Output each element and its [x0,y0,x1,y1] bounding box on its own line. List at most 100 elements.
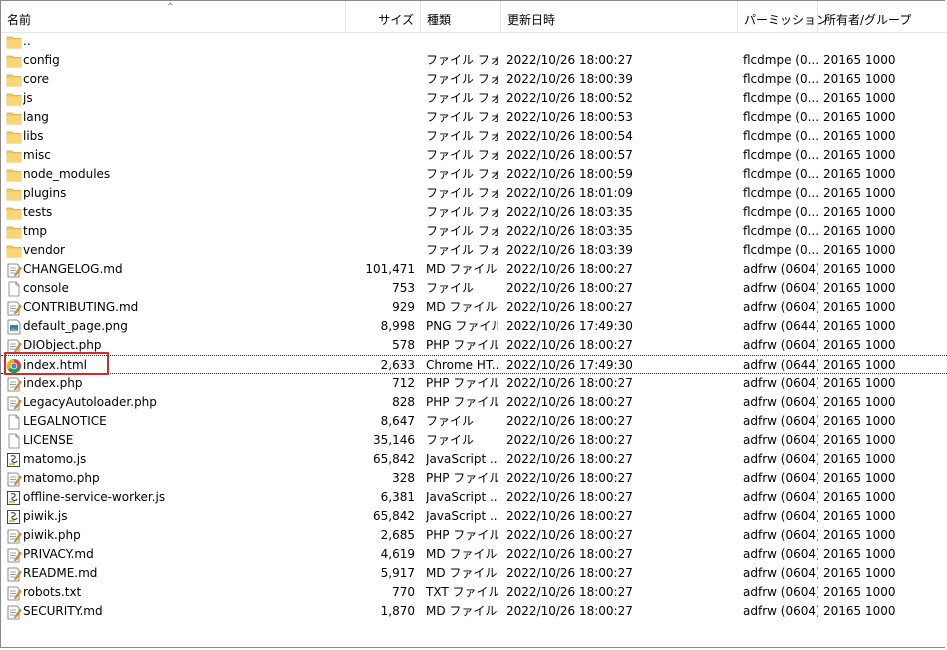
folder-icon [6,167,22,183]
file-owner: 20165 1000 [823,433,896,447]
file-row[interactable]: matomo.php 328 PHP ファイル 2022/10/26 18:00:27… [1,469,947,488]
file-row[interactable]: piwik.php 2,685 PHP ファイル 2022/10/26 18:00:2… [1,526,947,545]
file-owner: 20165 1000 [823,129,896,143]
markdown-file-icon [6,547,22,563]
folder-row[interactable]: tmp ファイル フォ... 2022/10/26 18:03:35 flcdmpe … [1,222,947,241]
column-permission[interactable]: パーミッション [738,1,828,32]
folder-row[interactable]: tests ファイル フォ... 2022/10/26 18:03:35 flcdmp… [1,203,947,222]
file-owner: 20165 1000 [823,53,896,67]
file-permission: adfrw (0604) [743,490,818,504]
file-owner: 20165 1000 [823,604,896,618]
file-owner: 20165 1000 [823,528,896,542]
file-row[interactable]: PRIVACY.md 4,619 MD ファイル 2022/10/26 18:00:2… [1,545,947,564]
file-type: ファイル フォ... [426,72,498,86]
file-modified: 2022/10/26 18:00:27 [506,471,633,485]
file-permission: flcdmpe (0... [743,148,818,162]
file-row[interactable]: DIObject.php 578 PHP ファイル 2022/10/26 18:00:… [1,336,947,355]
folder-row[interactable]: config ファイル フォ... 2022/10/26 18:00:27 flcdm… [1,51,947,70]
file-name: piwik.js [23,509,68,523]
file-name: LEGALNOTICE [23,414,107,428]
file-size: 929 [392,300,415,314]
markdown-file-icon [6,604,22,620]
file-permission: adfrw (0604) [743,414,818,428]
file-row[interactable]: CONTRIBUTING.md 929 MD ファイル 2022/10/26 18:0… [1,298,947,317]
file-name: CHANGELOG.md [23,262,123,276]
file-size: 828 [392,395,415,409]
file-name: README.md [23,566,98,580]
file-permission: adfrw (0644) [743,358,818,372]
file-row[interactable]: LICENSE 35,146 ファイル 2022/10/26 18:00:27 adfr… [1,431,947,450]
file-row[interactable]: SECURITY.md 1,870 MD ファイル 2022/10/26 18:00:… [1,602,947,621]
file-modified: 2022/10/26 18:00:27 [506,376,633,390]
folder-row[interactable]: .. [1,32,947,51]
php-file-icon [6,376,22,392]
file-row[interactable]: offline-service-worker.js 6,381 JavaScript… [1,488,947,507]
file-row[interactable]: LegacyAutoloader.php 828 PHP ファイル 2022/10/2… [1,393,947,412]
folder-row[interactable]: vendor ファイル フォ... 2022/10/26 18:03:39 flcdm… [1,241,947,260]
column-name[interactable]: 名前 [1,1,346,32]
file-row[interactable]: console 753 ファイル 2022/10/26 18:00:27 adfrw (… [1,279,947,298]
file-permission: adfrw (0604) [743,452,818,466]
file-name: robots.txt [23,585,82,599]
column-size[interactable]: サイズ [346,1,421,32]
file-type: ファイル フォ... [426,129,498,143]
file-permission: flcdmpe (0... [743,243,818,257]
file-type: JavaScript ... [426,509,498,523]
folder-row[interactable]: node_modules ファイル フォ... 2022/10/26 18:00:5… [1,165,947,184]
file-name: console [23,281,69,295]
file-name: CONTRIBUTING.md [23,300,139,314]
file-name: tmp [23,224,48,238]
file-modified: 2022/10/26 18:00:27 [506,547,633,561]
file-owner: 20165 1000 [823,281,896,295]
file-type: ファイル フォ... [426,53,498,67]
file-modified: 2022/10/26 18:03:35 [506,224,633,238]
file-row[interactable]: LEGALNOTICE 8,647 ファイル 2022/10/26 18:00:27 a… [1,412,947,431]
folder-icon [6,110,22,126]
file-row[interactable]: CHANGELOG.md 101,471 MD ファイル 2022/10/26 18:… [1,260,947,279]
file-row[interactable]: matomo.js 65,842 JavaScript ... 2022/10/26 … [1,450,947,469]
file-row[interactable]: README.md 5,917 MD ファイル 2022/10/26 18:00:27… [1,564,947,583]
file-row[interactable]: index.html 2,633 Chrome HT... 2022/10/26 17… [1,355,947,374]
folder-row[interactable]: core ファイル フォ... 2022/10/26 18:00:39 flcdmpe… [1,70,947,89]
folder-icon [6,34,22,50]
file-permission: adfrw (0604) [743,338,818,352]
folder-row[interactable]: misc ファイル フォ... 2022/10/26 18:00:57 flcdmpe… [1,146,947,165]
folder-icon [6,186,22,202]
column-type[interactable]: 種類 [421,1,501,32]
file-owner: 20165 1000 [823,395,896,409]
file-row[interactable]: index.php 712 PHP ファイル 2022/10/26 18:00:27 a… [1,374,947,393]
file-row[interactable]: robots.txt 770 TXT ファイル 2022/10/26 18:00:27… [1,583,947,602]
file-owner: 20165 1000 [823,91,896,105]
file-permission: flcdmpe (0... [743,186,818,200]
column-owner[interactable]: 所有者/グループ [818,1,947,32]
folder-row[interactable]: js ファイル フォ... 2022/10/26 18:00:52 flcdmpe (… [1,89,947,108]
folder-row[interactable]: libs ファイル フォ... 2022/10/26 18:00:54 flcdmpe… [1,127,947,146]
file-modified: 2022/10/26 18:00:27 [506,528,633,542]
file-permission: adfrw (0604) [743,471,818,485]
file-modified: 2022/10/26 18:03:35 [506,205,633,219]
file-row[interactable]: piwik.js 65,842 JavaScript ... 2022/10/26 1… [1,507,947,526]
file-name: .. [23,34,31,48]
markdown-file-icon [6,300,22,316]
file-size: 328 [392,471,415,485]
folder-row[interactable]: lang ファイル フォ... 2022/10/26 18:00:53 flcdmpe… [1,108,947,127]
column-modified[interactable]: 更新日時 [501,1,738,32]
file-size: 2,685 [380,528,415,542]
file-name: SECURITY.md [23,604,103,618]
file-owner: 20165 1000 [823,300,896,314]
file-owner: 20165 1000 [823,471,896,485]
file-modified: 2022/10/26 18:00:27 [506,262,633,276]
file-modified: 2022/10/26 18:00:57 [506,148,633,162]
file-type: ファイル [426,414,475,428]
image-file-icon [6,319,22,335]
javascript-file-icon [6,509,22,525]
file-owner: 20165 1000 [823,376,896,390]
file-row[interactable]: default_page.png 8,998 PNG ファイル 2022/10/26 … [1,317,947,336]
folder-row[interactable]: plugins ファイル フォ... 2022/10/26 18:01:09 flcd… [1,184,947,203]
file-type: ファイル フォ... [426,186,498,200]
folder-icon [6,91,22,107]
file-owner: 20165 1000 [823,243,896,257]
file-owner: 20165 1000 [823,452,896,466]
file-modified: 2022/10/26 18:00:27 [506,338,633,352]
file-size [341,70,415,89]
